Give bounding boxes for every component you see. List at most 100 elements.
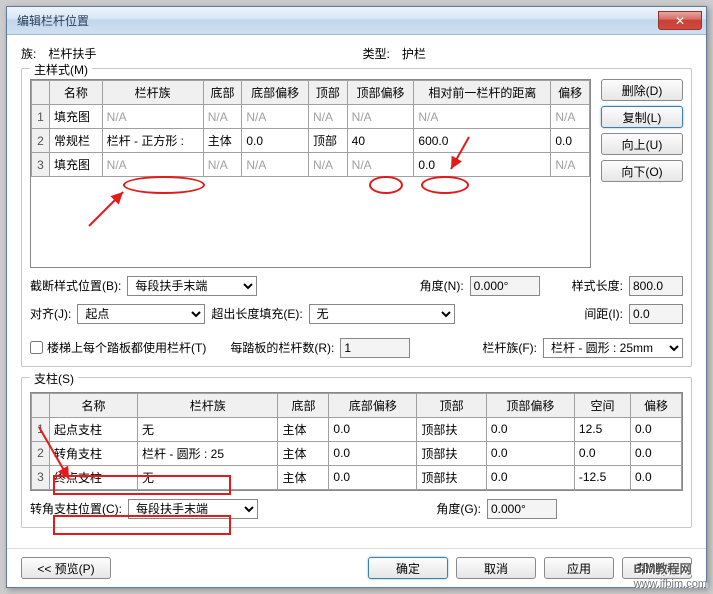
cell[interactable]: 12.5	[574, 417, 630, 441]
corner-label: 转角支柱位置(C):	[30, 500, 122, 517]
balfam-label: 栏杆族(F):	[482, 339, 537, 356]
cell[interactable]: N/A	[414, 105, 551, 129]
col-header: 底部	[278, 393, 329, 417]
main-group-title: 主样式(M)	[30, 61, 92, 78]
col-header: 顶部偏移	[347, 81, 414, 105]
cell[interactable]: N/A	[347, 105, 414, 129]
table-row[interactable]: 2转角支柱栏杆 - 圆形 : 25主体0.0顶部扶0.00.00.0	[32, 441, 682, 465]
cell[interactable]: 填充图	[50, 105, 103, 129]
cell[interactable]: 栏杆 - 正方形 :	[102, 129, 203, 153]
cell[interactable]: 40	[347, 129, 414, 153]
cell[interactable]: 终点支柱	[50, 465, 138, 489]
cell[interactable]: N/A	[242, 153, 309, 177]
angle-label: 角度(N):	[420, 277, 464, 294]
family-value: 栏杆扶手	[48, 45, 96, 62]
table-row[interactable]: 2常规栏栏杆 - 正方形 :主体0.0顶部40600.00.0	[32, 129, 590, 153]
post-table[interactable]: 名称栏杆族底部底部偏移顶部顶部偏移空间偏移1起点支柱无主体0.0顶部扶0.012…	[30, 392, 683, 491]
cell[interactable]: 顶部扶	[417, 465, 486, 489]
col-header: 偏移	[551, 81, 590, 105]
delete-button[interactable]: 删除(D)	[601, 79, 683, 101]
col-header: 顶部	[309, 81, 348, 105]
table-row[interactable]: 3填充图N/AN/AN/AN/AN/A0.0N/A	[32, 153, 590, 177]
cangle-input	[487, 499, 557, 519]
cell[interactable]: 无	[138, 465, 278, 489]
stair-checkbox-input[interactable]	[30, 341, 43, 354]
cell[interactable]: 填充图	[50, 153, 103, 177]
table-row[interactable]: 1填充图N/AN/AN/AN/AN/AN/AN/A	[32, 105, 590, 129]
spacing-input	[629, 304, 683, 324]
family-label: 族:	[21, 45, 36, 62]
down-button[interactable]: 向下(O)	[601, 160, 683, 182]
corner-select[interactable]: 每段扶手末端	[128, 499, 258, 519]
main-table[interactable]: 名称栏杆族底部底部偏移顶部顶部偏移相对前一栏杆的距离偏移1填充图N/AN/AN/…	[30, 79, 591, 268]
up-button[interactable]: 向上(U)	[601, 133, 683, 155]
cell[interactable]: N/A	[102, 153, 203, 177]
stair-checkbox-label: 楼梯上每个踏板都使用栏杆(T)	[47, 339, 206, 356]
cell[interactable]: 顶部扶	[417, 417, 486, 441]
cell[interactable]: 0.0	[551, 129, 590, 153]
copy-button[interactable]: 复制(L)	[601, 106, 683, 128]
break-select[interactable]: 每段扶手末端	[127, 276, 257, 296]
align-select[interactable]: 起点	[77, 304, 205, 324]
stair-checkbox[interactable]: 楼梯上每个踏板都使用栏杆(T)	[30, 339, 206, 356]
post-group-title: 支柱(S)	[30, 370, 78, 387]
balfam-select[interactable]: 栏杆 - 圆形 : 25mm	[543, 338, 683, 358]
col-header: 相对前一栏杆的距离	[414, 81, 551, 105]
apply-button[interactable]: 应用	[544, 557, 614, 579]
cell[interactable]: 600.0	[414, 129, 551, 153]
ok-button[interactable]: 确定	[368, 557, 448, 579]
col-header: 空间	[574, 393, 630, 417]
cangle-label: 角度(G):	[436, 500, 481, 517]
cell[interactable]: 0.0	[486, 441, 574, 465]
cell[interactable]: 0.0	[486, 465, 574, 489]
col-header: 顶部偏移	[486, 393, 574, 417]
cell[interactable]: 主体	[278, 417, 329, 441]
col-header: 底部偏移	[242, 81, 309, 105]
close-button[interactable]: ✕	[658, 11, 702, 30]
cancel-button[interactable]: 取消	[456, 557, 536, 579]
cell[interactable]: 0.0	[631, 441, 682, 465]
cell[interactable]: 主体	[278, 441, 329, 465]
cell[interactable]: 起点支柱	[50, 417, 138, 441]
close-icon: ✕	[675, 14, 685, 28]
cell[interactable]: 主体	[278, 465, 329, 489]
cell[interactable]: 常规栏	[50, 129, 103, 153]
cell[interactable]: N/A	[347, 153, 414, 177]
cell[interactable]: 0.0	[631, 465, 682, 489]
preview-button[interactable]: << 预览(P)	[21, 557, 111, 579]
cell[interactable]: 顶部扶	[417, 441, 486, 465]
cell[interactable]: 0.0	[242, 129, 309, 153]
overfill-select[interactable]: 无	[309, 304, 455, 324]
main-pattern-group: 主样式(M) 名称栏杆族底部底部偏移顶部顶部偏移相对前一栏杆的距离偏移1填充图N…	[21, 68, 692, 367]
cell[interactable]: N/A	[309, 153, 348, 177]
cell[interactable]: 0.0	[414, 153, 551, 177]
window-title: 编辑栏杆位置	[17, 12, 89, 29]
cell[interactable]: 无	[138, 417, 278, 441]
cell[interactable]: 0.0	[329, 465, 417, 489]
cell[interactable]: N/A	[102, 105, 203, 129]
col-header: 底部	[203, 81, 242, 105]
cell[interactable]: 0.0	[631, 417, 682, 441]
cell[interactable]: N/A	[309, 105, 348, 129]
table-row[interactable]: 1起点支柱无主体0.0顶部扶0.012.50.0	[32, 417, 682, 441]
cell[interactable]: N/A	[551, 153, 590, 177]
cell[interactable]: 顶部	[309, 129, 348, 153]
table-row[interactable]: 3终点支柱无主体0.0顶部扶0.0-12.50.0	[32, 465, 682, 489]
help-button[interactable]: 帮助(H)	[622, 557, 692, 579]
spacing-label: 间距(I):	[584, 305, 623, 322]
cell[interactable]: 0.0	[329, 417, 417, 441]
cell[interactable]: 0.0	[329, 441, 417, 465]
col-header	[32, 81, 50, 105]
cell[interactable]: 栏杆 - 圆形 : 25	[138, 441, 278, 465]
cell[interactable]: N/A	[551, 105, 590, 129]
col-header: 顶部	[417, 393, 486, 417]
cell[interactable]: 主体	[203, 129, 242, 153]
post-group: 支柱(S) 名称栏杆族底部底部偏移顶部顶部偏移空间偏移1起点支柱无主体0.0顶部…	[21, 377, 692, 528]
cell[interactable]: 0.0	[574, 441, 630, 465]
cell[interactable]: -12.5	[574, 465, 630, 489]
cell[interactable]: N/A	[203, 105, 242, 129]
cell[interactable]: 0.0	[486, 417, 574, 441]
cell[interactable]: N/A	[203, 153, 242, 177]
cell[interactable]: 转角支柱	[50, 441, 138, 465]
cell[interactable]: N/A	[242, 105, 309, 129]
